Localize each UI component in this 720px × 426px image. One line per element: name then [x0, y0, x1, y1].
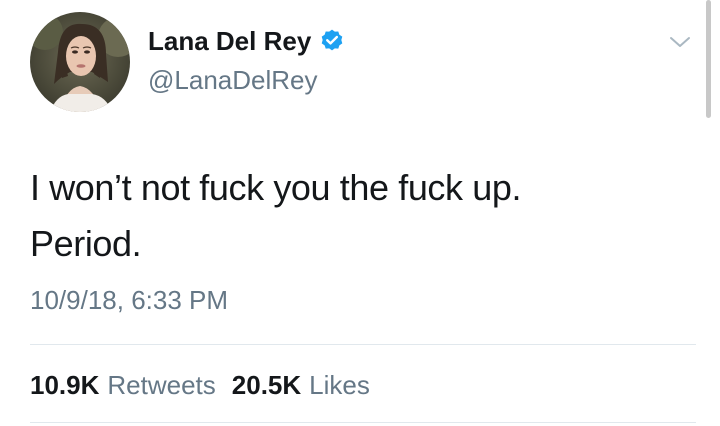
- retweets-stat[interactable]: 10.9K Retweets: [30, 369, 216, 401]
- chevron-down-icon[interactable]: [668, 34, 692, 50]
- likes-count: 20.5K: [231, 370, 302, 400]
- verified-badge-icon: [319, 28, 345, 54]
- tweet-text-line: Period.: [30, 223, 142, 264]
- retweets-count: 10.9K: [30, 370, 100, 400]
- retweets-label: Retweets: [107, 370, 216, 400]
- avatar[interactable]: [30, 12, 130, 112]
- likes-stat[interactable]: 20.5K Likes: [232, 369, 370, 401]
- tweet-text: I won’t not fuck you the fuck up. Period…: [30, 160, 690, 272]
- tweet-stats: 10.9K Retweets 20.5K Likes: [30, 369, 370, 401]
- author-handle[interactable]: @LanaDelRey: [148, 64, 317, 96]
- display-name[interactable]: Lana Del Rey: [148, 25, 311, 57]
- tweet-card: Lana Del Rey @LanaDelRey I won’t not fuc…: [0, 0, 720, 426]
- tweet-text-line: I won’t not fuck you the fuck up.: [30, 167, 522, 208]
- scrollbar[interactable]: [706, 0, 711, 118]
- tweet-timestamp[interactable]: 10/9/18, 6:33 PM: [30, 284, 228, 316]
- likes-label: Likes: [309, 370, 370, 400]
- divider: [30, 422, 696, 423]
- author-name-row: Lana Del Rey: [148, 25, 345, 57]
- divider: [30, 344, 696, 345]
